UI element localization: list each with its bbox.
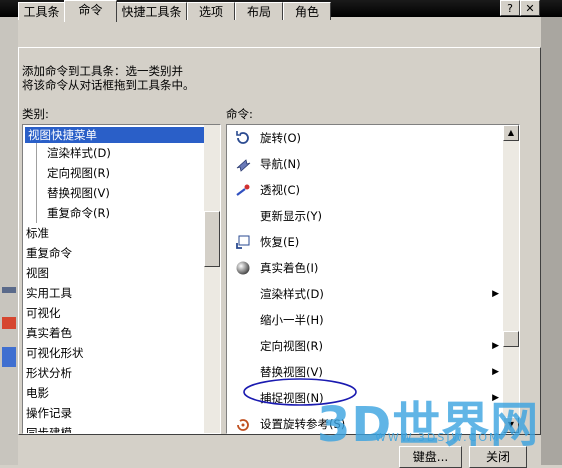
instructions-line-2: 将该命令从对话框拖到工具条中。 [22,78,195,92]
watermark-url: WWW.3DSJW.COM [375,431,501,444]
watermark-logo: 3D世界网 [317,397,540,453]
command-label: 渲染样式(D) [260,287,324,301]
tab-roles[interactable]: 角色 [283,2,331,20]
list-item[interactable]: 电影 [23,383,220,403]
background-fragment [2,317,16,329]
list-item[interactable]: 旋转(O) [227,125,519,151]
navigate-icon [235,156,251,172]
tab-commands[interactable]: 命令 [64,0,117,22]
rotate-icon [235,130,251,146]
list-item[interactable]: 可视化 [23,303,220,323]
perspective-icon [235,182,251,198]
list-item[interactable]: 导航(N) [227,151,519,177]
submenu-arrow-icon: ▶ [492,289,499,299]
close-window-button[interactable]: ✕ [520,0,540,16]
command-label: 真实着色(I) [260,261,319,275]
list-item[interactable]: 更新显示(Y) [227,203,519,229]
background-fragment [2,347,16,367]
list-item[interactable]: 真实着色(I) [227,255,519,281]
restore-icon [235,234,251,250]
help-button[interactable]: ? [500,0,520,16]
list-item[interactable]: 形状分析 [23,363,220,383]
command-label: 透视(C) [260,183,301,197]
list-item[interactable]: 视图快捷菜单 [25,127,206,143]
scrollbar-thumb[interactable] [204,211,220,267]
submenu-arrow-icon: ▶ [492,341,499,351]
scroll-up-icon[interactable]: ▲ [503,125,519,141]
background-fragment [2,287,16,293]
command-label: 旋转(O) [260,131,302,145]
list-item[interactable]: 恢复(E) [227,229,519,255]
list-item[interactable]: 操作记录 [23,403,220,423]
command-label: 更新显示(Y) [260,209,322,223]
list-item[interactable]: 标准 [23,223,220,243]
set-rotate-point-icon [235,416,251,432]
command-label: 缩小一半(H) [260,313,324,327]
instructions-line-1: 添加命令到工具条：选一类别并 [22,64,183,78]
command-label: 导航(N) [260,157,301,171]
list-item[interactable]: 真实着色 [23,323,220,343]
categories-label: 类别: [22,107,49,121]
command-label: 定向视图(R) [260,339,323,353]
list-item[interactable]: 可视化形状 [23,343,220,363]
command-label: 恢复(E) [260,235,300,249]
tab-toolbars[interactable]: 工具条 [18,2,65,20]
shading-sphere-icon [235,260,251,276]
background-application-strip [0,17,18,465]
list-item[interactable]: 同步建模 [23,423,220,433]
scrollbar-thumb[interactable] [503,331,519,347]
instructions-text: 添加命令到工具条：选一类别并 将该命令从对话框拖到工具条中。 [22,64,195,92]
list-item[interactable]: 定向视图(R) [23,163,220,183]
list-item[interactable]: 重复命令(R) [23,203,220,223]
tab-quick-toolbars[interactable]: 快捷工具条 [116,2,187,20]
list-item[interactable]: 实用工具 [23,283,220,303]
list-item[interactable]: 渲染样式(D) [23,143,220,163]
list-item[interactable]: 重复命令 [23,243,220,263]
categories-list[interactable]: 视图快捷菜单 渲染样式(D) 定向视图(R) 替换视图(V) 重复命令(R) 标… [22,124,221,434]
categories-scrollbar[interactable] [204,125,220,433]
list-item[interactable]: 缩小一半(H) [227,307,519,333]
commands-label: 命令: [226,107,253,121]
list-item[interactable]: 定向视图(R) ▶ [227,333,519,359]
list-item[interactable]: 透视(C) [227,177,519,203]
list-item[interactable]: 渲染样式(D) ▶ [227,281,519,307]
list-item[interactable]: 替换视图(V) [23,183,220,203]
tab-options[interactable]: 选项 [187,2,235,20]
list-item[interactable]: 视图 [23,263,220,283]
watermark: 3D世界网 WWW.3DSJW.COM [305,375,562,460]
tab-layout[interactable]: 布局 [235,2,283,20]
